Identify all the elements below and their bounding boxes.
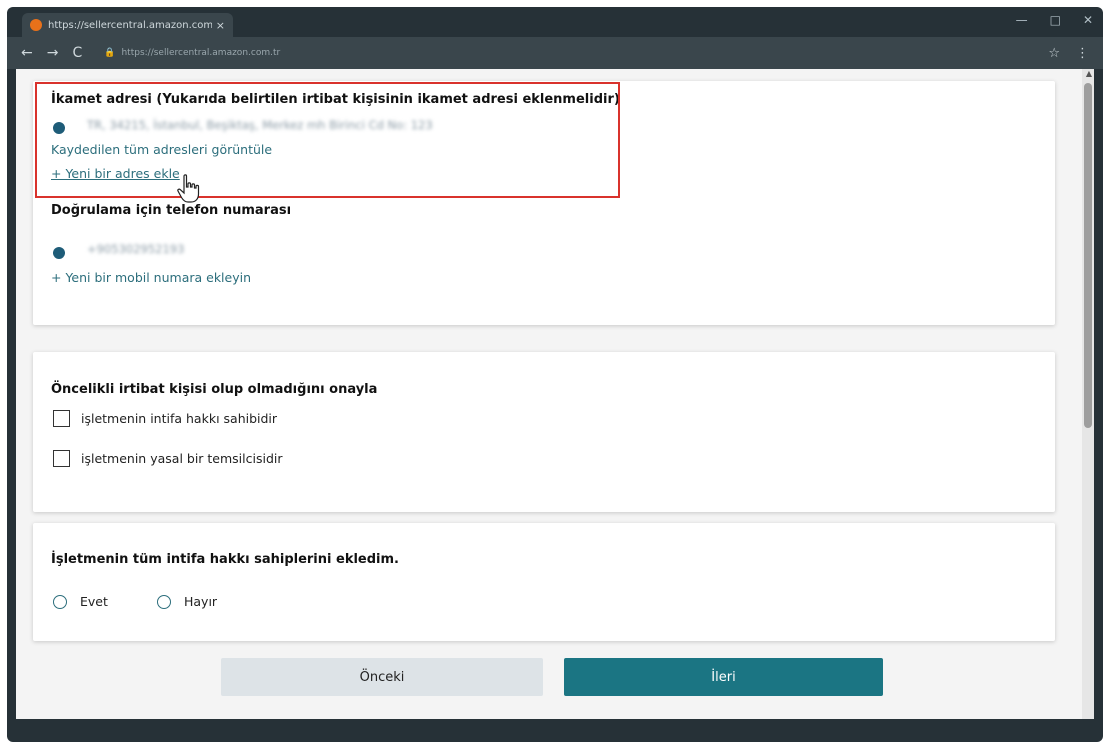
- close-window-icon[interactable]: ✕: [1083, 13, 1093, 27]
- beneficial-owners-card: İşletmenin tüm intifa hakkı sahiplerini …: [33, 523, 1055, 641]
- browser-tab[interactable]: https://sellercentral.amazon.com.tr ×: [22, 13, 233, 37]
- window-controls: — □ ✕: [1016, 13, 1093, 27]
- representative-checkbox-row[interactable]: işletmenin yasal bir temsilcisidir: [53, 450, 283, 467]
- owner-checkbox-label: işletmenin intifa hakkı sahibidir: [81, 411, 278, 426]
- maximize-icon[interactable]: □: [1050, 13, 1061, 27]
- tab-title: https://sellercentral.amazon.com.tr: [48, 19, 212, 31]
- scrollbar[interactable]: ▲: [1082, 69, 1094, 719]
- star-icon[interactable]: ☆: [1048, 46, 1060, 61]
- yes-radio[interactable]: [53, 594, 67, 609]
- scrollbar-thumb[interactable]: [1084, 83, 1092, 428]
- no-radio-row[interactable]: Hayır: [157, 594, 217, 609]
- address-bar[interactable]: https://sellercentral.amazon.com.tr: [121, 48, 280, 58]
- site-favicon-icon: [30, 19, 42, 31]
- browser-toolbar: ← → C 🔒 https://sellercentral.amazon.com…: [7, 37, 1103, 69]
- reload-icon[interactable]: C: [72, 45, 82, 61]
- representative-checkbox-label: işletmenin yasal bir temsilcisidir: [81, 451, 283, 466]
- title-bar: https://sellercentral.amazon.com.tr × — …: [7, 7, 1103, 37]
- previous-button[interactable]: Önceki: [221, 658, 543, 696]
- yes-radio-row[interactable]: Evet: [53, 594, 108, 609]
- tab-close-icon[interactable]: ×: [216, 19, 225, 32]
- owner-checkbox-row[interactable]: işletmenin intifa hakkı sahibidir: [53, 410, 277, 427]
- representative-checkbox[interactable]: [53, 450, 70, 467]
- owners-heading: İşletmenin tüm intifa hakkı sahiplerini …: [51, 552, 399, 567]
- owner-checkbox[interactable]: [53, 410, 70, 427]
- phone-radio-selected[interactable]: [53, 247, 65, 259]
- menu-icon[interactable]: ⋮: [1076, 46, 1089, 61]
- yes-label: Evet: [80, 594, 108, 609]
- no-radio[interactable]: [157, 594, 171, 609]
- lock-icon: 🔒: [104, 48, 116, 58]
- hand-cursor-icon: [177, 174, 200, 203]
- forward-icon[interactable]: →: [47, 45, 59, 61]
- no-label: Hayır: [184, 594, 218, 609]
- add-mobile-link[interactable]: + Yeni bir mobil numara ekleyin: [51, 270, 251, 285]
- contact-confirm-card: Öncelikli irtibat kişisi olup olmadığını…: [33, 352, 1055, 512]
- minimize-icon[interactable]: —: [1016, 13, 1028, 27]
- page-viewport: İkamet adresi (Yukarıda belirtilen irtib…: [16, 69, 1094, 719]
- contact-heading: Öncelikli irtibat kişisi olup olmadığını…: [51, 382, 378, 397]
- phone-heading: Doğrulama için telefon numarası: [51, 203, 292, 218]
- highlight-box: [35, 82, 620, 198]
- next-button[interactable]: İleri: [564, 658, 883, 696]
- saved-phone: +905302952193: [87, 242, 185, 256]
- back-icon[interactable]: ←: [21, 45, 33, 61]
- scroll-up-icon[interactable]: ▲: [1086, 69, 1092, 78]
